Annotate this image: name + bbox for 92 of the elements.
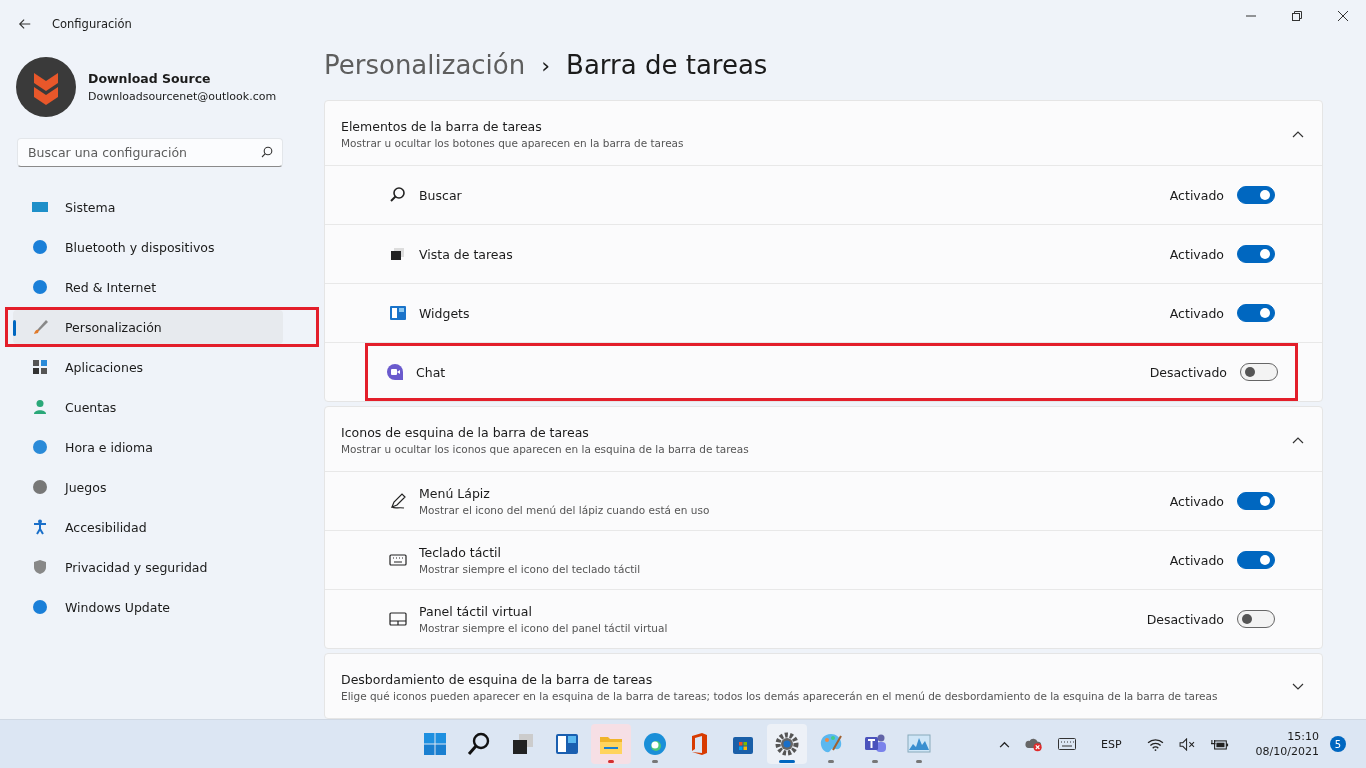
sidebar-item[interactable]: Personalización xyxy=(13,310,283,344)
group-description: Mostrar u ocultar los iconos que aparecen en la esquina de la barra de tareas xyxy=(341,443,749,455)
toggle-switch[interactable] xyxy=(1237,551,1275,569)
toggle-state-label: Activado xyxy=(1169,187,1224,203)
toggle-switch[interactable] xyxy=(1237,492,1275,510)
browser-icon xyxy=(643,732,667,756)
group-title: Iconos de esquina de la barra de tareas xyxy=(341,425,590,440)
chevron-up-icon[interactable] xyxy=(999,740,1010,748)
setting-label: Menú Lápiz xyxy=(419,486,491,501)
account-name: Download Source xyxy=(88,71,212,86)
sidebar-item[interactable]: Accesibilidad xyxy=(13,510,283,544)
search-icon xyxy=(389,186,407,204)
toggle-switch[interactable] xyxy=(1237,610,1275,628)
group-description: Mostrar u ocultar los botones que aparecen en la barra de tareas xyxy=(341,137,684,149)
pen-icon xyxy=(389,492,407,510)
toggle-state-label: Activado xyxy=(1169,552,1224,568)
category-icon xyxy=(32,239,48,255)
notification-count-badge[interactable]: 5 xyxy=(1330,736,1346,752)
category-icon xyxy=(32,519,48,535)
group-description: Elige qué iconos pueden aparecer en la esquina de la barra de tareas; todos los demás aparecerán en el menú de desbordamiento de la esquina de la barra de tareas xyxy=(341,690,1218,702)
toggle-state-label: Activado xyxy=(1169,305,1224,321)
widgets-icon xyxy=(555,732,579,756)
setting-label: Vista de tareas xyxy=(419,246,513,262)
sidebar-item[interactable]: Windows Update xyxy=(13,590,283,624)
wifi-icon[interactable] xyxy=(1146,737,1164,751)
breadcrumb-link[interactable]: Personalización xyxy=(324,50,526,80)
setting-label: Panel táctil virtual xyxy=(419,604,533,619)
sidebar-item[interactable]: Aplicaciones xyxy=(13,350,283,384)
keyboard-icon[interactable] xyxy=(1058,738,1076,750)
chevron-up-icon[interactable] xyxy=(1292,130,1304,138)
battery-charging-icon[interactable] xyxy=(1210,737,1229,751)
category-icon xyxy=(32,479,48,495)
breadcrumb-separator: › xyxy=(541,52,551,78)
task-view-icon xyxy=(511,732,535,756)
chevron-up-icon[interactable] xyxy=(1292,436,1304,444)
category-icon xyxy=(32,359,48,375)
setting-description: Mostrar siempre el icono del teclado táctil xyxy=(419,563,641,575)
widgets-icon xyxy=(389,304,407,322)
toggle-state-label: Desactivado xyxy=(1146,611,1224,627)
category-icon xyxy=(32,199,48,215)
setting-label: Chat xyxy=(416,364,446,380)
category-icon xyxy=(32,279,48,295)
sidebar-item[interactable]: Sistema xyxy=(13,190,283,224)
taskbar-app-button[interactable] xyxy=(767,724,807,764)
avatar-logo-icon xyxy=(16,57,76,117)
close-icon[interactable] xyxy=(1338,11,1348,21)
setting-label: Widgets xyxy=(419,305,470,321)
toggle-state-label: Desactivado xyxy=(1149,364,1227,380)
maximize-icon[interactable] xyxy=(1292,11,1302,21)
group-title: Desbordamiento de esquina de la barra de tareas xyxy=(341,672,654,687)
category-icon xyxy=(32,439,48,455)
account-email: Downloadsourcenet@outlook.com xyxy=(88,90,277,103)
chat-icon xyxy=(386,363,404,381)
toggle-switch[interactable] xyxy=(1237,304,1275,322)
chevron-down-icon[interactable] xyxy=(1292,683,1304,691)
search-icon xyxy=(467,732,491,756)
search-field[interactable]: Buscar una configuración xyxy=(17,138,283,167)
sidebar-item[interactable]: Juegos xyxy=(13,470,283,504)
sidebar-item[interactable]: Hora e idioma xyxy=(13,430,283,464)
toggle-state-label: Activado xyxy=(1169,493,1224,509)
task-view-icon xyxy=(389,245,407,263)
windows-logo-icon xyxy=(423,732,447,756)
toggle-switch[interactable] xyxy=(1237,186,1275,204)
page-title: Barra de tareas xyxy=(566,50,768,80)
monitor-chart-icon xyxy=(907,732,931,756)
window-title: Configuración xyxy=(52,17,132,31)
category-icon xyxy=(32,599,48,615)
sidebar-item[interactable]: Red & Internet xyxy=(13,270,283,304)
settings-icon xyxy=(775,732,799,756)
setting-description: Mostrar el icono del menú del lápiz cuando está en uso xyxy=(419,504,710,516)
cloud-error-icon[interactable] xyxy=(1025,736,1043,752)
setting-label: Teclado táctil xyxy=(419,545,503,560)
sidebar-item[interactable]: Cuentas xyxy=(13,390,283,424)
back-arrow-icon[interactable] xyxy=(18,17,32,31)
clock-date[interactable]: 08/10/2021 xyxy=(1255,745,1319,758)
sidebar-item[interactable]: Privacidad y seguridad xyxy=(13,550,283,584)
toggle-switch[interactable] xyxy=(1237,245,1275,263)
search-icon xyxy=(261,146,273,158)
sidebar-item[interactable]: Bluetooth y dispositivos xyxy=(13,230,283,264)
setting-label: Buscar xyxy=(419,187,462,203)
toggle-switch[interactable] xyxy=(1240,363,1278,381)
touchpad-icon xyxy=(389,610,407,628)
category-icon xyxy=(32,559,48,575)
toggle-state-label: Activado xyxy=(1169,246,1224,262)
clock-time[interactable]: 15:10 xyxy=(1287,730,1319,743)
setting-description: Mostrar siempre el icono del panel táctil virtual xyxy=(419,622,668,634)
input-language[interactable]: ESP xyxy=(1091,737,1132,751)
keyboard-icon xyxy=(389,551,407,569)
category-icon xyxy=(32,319,48,335)
group-title: Elementos de la barra de tareas xyxy=(341,119,543,134)
category-icon xyxy=(32,399,48,415)
muted-speaker-icon[interactable] xyxy=(1178,737,1196,751)
